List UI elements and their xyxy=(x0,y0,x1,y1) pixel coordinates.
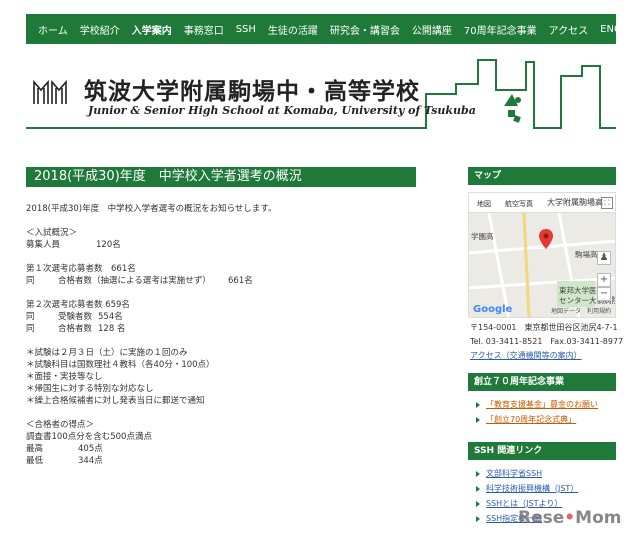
min-label: 最低 xyxy=(26,456,44,466)
nav-70th[interactable]: 70周年記念事業 xyxy=(458,22,543,37)
ditto-mark: 同 xyxy=(26,276,35,286)
school-logo-icon xyxy=(33,79,67,104)
map-tab-map[interactable]: 地図 xyxy=(477,199,491,209)
map-copyright[interactable]: 地図データ 利用規約 xyxy=(551,306,611,315)
address-text: 〒154-0001 東京都世田谷区池尻4-7-1 xyxy=(470,323,618,332)
list-item: 「創立70周年記念式典」 xyxy=(468,412,616,427)
note-item: ＊帰国生に対する特別な対応なし xyxy=(26,384,154,394)
list-item: 「教育支援基金」募金のお願い xyxy=(468,397,616,412)
nav-about[interactable]: 学校紹介 xyxy=(74,22,126,37)
zoom-in-button[interactable]: + xyxy=(597,273,611,287)
note-item: ＊繰上合格候補者に対し発表当日に郵送で通知 xyxy=(26,396,205,406)
site-header: 筑波大学附属駒場中・高等学校 Junior & Senior High Scho… xyxy=(26,56,616,132)
second-takers-label: 受験者数 xyxy=(58,312,93,322)
list-item: 科学技術振興機構（JST） xyxy=(468,481,616,496)
access-link[interactable]: アクセス（交通機関等の案内） xyxy=(470,350,582,361)
max-label: 最高 xyxy=(26,444,44,454)
intro-text: 2018(平成30)年度 中学校入学者選考の概況をお知らせします。 xyxy=(26,204,277,214)
map-embed[interactable]: 地図 航空写真 大学附属駒場高 ⛶ 学園高 駒場高 東邦大学医療 センター大橋病… xyxy=(468,192,616,318)
ceremony-link[interactable]: 「創立70周年記念式典」 xyxy=(486,412,576,427)
section-heading: ＜入試概況＞ xyxy=(26,228,78,238)
first-applicants: 第１次選考応募者数 661名 xyxy=(26,264,136,274)
nav-open-lectures[interactable]: 公開講座 xyxy=(406,22,458,37)
phone-text: Tel. 03-3411-8521 Fax.03-3411-8977 xyxy=(470,337,624,346)
bullet-icon xyxy=(476,485,480,492)
anniversary-heading: 創立７０周年記念事業 xyxy=(468,373,616,391)
nav-ssh[interactable]: SSH xyxy=(230,24,262,35)
donation-link[interactable]: 「教育支援基金」募金のお願い xyxy=(486,397,598,412)
expand-icon[interactable]: ⛶ xyxy=(601,197,613,209)
bullet-icon xyxy=(476,515,480,522)
nav-research[interactable]: 研究会・講習会 xyxy=(324,22,406,37)
recruit-row: 募集人員 120名 xyxy=(26,239,416,251)
max-value: 405点 xyxy=(78,444,103,454)
article-body: 2018(平成30)年度 中学校入学者選考の概況をお知らせします。 ＜入試概況＞… xyxy=(26,203,416,467)
google-logo: Google xyxy=(473,304,513,315)
nav-access[interactable]: アクセス xyxy=(543,22,595,37)
second-passers-label: 合格者数 xyxy=(58,324,93,334)
map-heading: マップ xyxy=(468,167,616,185)
page-title: 2018(平成30)年度 中学校入学者選考の概況 xyxy=(26,167,416,187)
note-item: ＊試験は２月３日（土）に実施の１回のみ xyxy=(26,348,188,358)
max-score-row: 最高 405点 xyxy=(26,443,416,455)
bullet-icon xyxy=(476,416,480,423)
resemom-watermark: Rese•Mom xyxy=(518,508,622,528)
jst-link[interactable]: 科学技術振興機構（JST） xyxy=(486,481,578,496)
second-takers-row: 同 受験者数 554名 xyxy=(26,311,416,323)
streetview-icon[interactable]: ♟ xyxy=(597,251,611,265)
note-item: ＊面接・実技等なし xyxy=(26,372,103,382)
second-passers-row: 同 合格者数 128 名 xyxy=(26,323,416,335)
zoom-out-button[interactable]: − xyxy=(597,287,611,301)
mext-ssh-link[interactable]: 文部科学省SSH xyxy=(486,466,542,481)
min-score-row: 最低 344点 xyxy=(26,455,416,467)
global-nav: ホーム 学校紹介 入学案内 事務窓口 SSH 生徒の活躍 研究会・講習会 公開講… xyxy=(26,14,640,44)
map-toolbar: 地図 航空写真 大学附属駒場高 ⛶ xyxy=(469,193,615,213)
first-passers-label: 合格者数（抽選による選考は実施せず） xyxy=(58,276,211,286)
ssh-heading: SSH 関連リンク xyxy=(468,442,616,460)
map-label: 学園高 xyxy=(471,232,494,241)
school-title-en: Junior & Senior High School at Komaba, U… xyxy=(88,104,476,117)
second-takers-value: 554名 xyxy=(98,312,123,322)
section-heading: ＜合格者の得点＞ xyxy=(26,420,95,430)
anniversary-section: 創立７０周年記念事業 「教育支援基金」募金のお願い 「創立70周年記念式典」 xyxy=(468,373,616,427)
nav-admission[interactable]: 入学案内 xyxy=(126,22,178,37)
recruit-label: 募集人員 xyxy=(26,240,61,250)
nav-office[interactable]: 事務窓口 xyxy=(178,22,230,37)
map-section: マップ xyxy=(468,167,616,185)
school-title[interactable]: 筑波大学附属駒場中・高等学校 xyxy=(84,72,420,106)
second-passers-value: 128 名 xyxy=(98,324,126,334)
min-value: 344点 xyxy=(78,456,103,466)
main-content: 2018(平成30)年度 中学校入学者選考の概況 2018(平成30)年度 中学… xyxy=(26,167,416,467)
score-basis: 調査書100点分を含む500点満点 xyxy=(26,432,152,442)
map-tab-satellite[interactable]: 航空写真 xyxy=(505,199,533,209)
anniversary-links: 「教育支援基金」募金のお願い 「創立70周年記念式典」 xyxy=(468,397,616,427)
nav-home[interactable]: ホーム xyxy=(32,22,74,37)
list-item: 文部科学省SSH xyxy=(468,466,616,481)
bullet-icon xyxy=(476,470,480,477)
bullet-icon xyxy=(476,401,480,408)
map-pin-icon[interactable] xyxy=(539,229,553,249)
second-applicants: 第２次選考応募者数 659名 xyxy=(26,300,130,310)
nav-students[interactable]: 生徒の活躍 xyxy=(262,22,324,37)
map-label: 駒場高 xyxy=(575,250,598,259)
first-passers-value: 661名 xyxy=(228,276,253,286)
nav-english[interactable]: ENGLISH xyxy=(594,24,640,35)
recruit-value: 120名 xyxy=(96,240,121,250)
ditto-mark: 同 xyxy=(26,324,35,334)
ditto-mark: 同 xyxy=(26,312,35,322)
first-passers-row: 同 合格者数（抽選による選考は実施せず） 661名 xyxy=(26,275,416,287)
note-item: ＊試験科目は国数理社４教科（各40分・100点） xyxy=(26,360,215,370)
bullet-icon xyxy=(476,500,480,507)
map-place-label: 大学附属駒場高 xyxy=(547,198,603,207)
